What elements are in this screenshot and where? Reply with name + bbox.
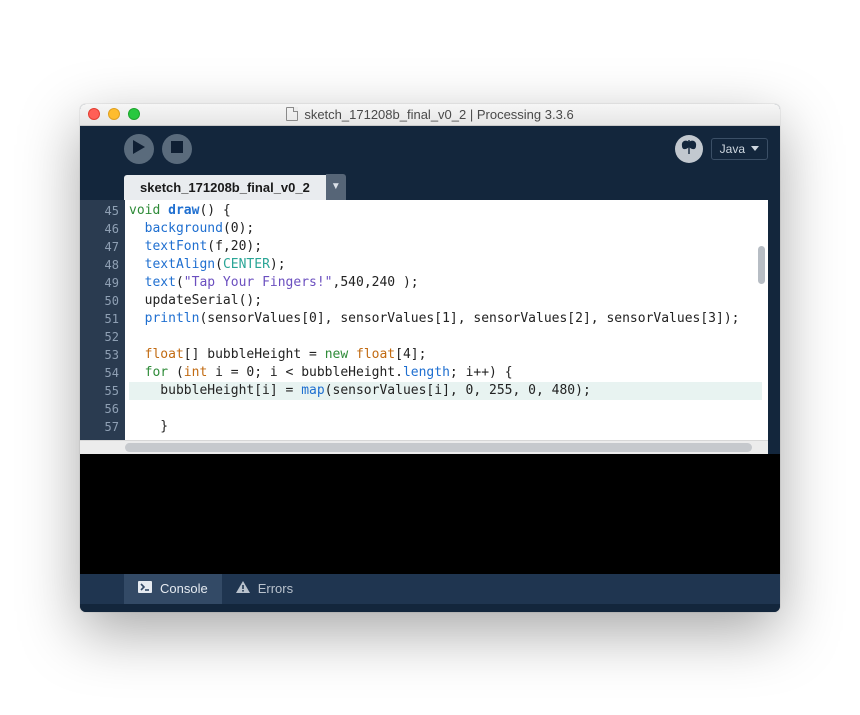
code-line[interactable]: background(0); [129, 221, 254, 236]
warning-icon [236, 581, 250, 596]
line-number: 52 [80, 328, 119, 346]
footer-strip [80, 604, 780, 612]
code-line[interactable]: } [129, 419, 168, 434]
code-line[interactable]: updateSerial(); [129, 293, 262, 308]
vertical-scrollbar[interactable] [758, 246, 765, 284]
console-tab-label: Console [160, 581, 208, 596]
code-line[interactable]: for (int i = 0; i < bubbleHeight.length;… [129, 365, 513, 380]
horizontal-scrollbar-thumb[interactable] [125, 443, 752, 452]
editor-area: 45464748495051525354555657 void draw() {… [80, 200, 780, 440]
tab-bar: sketch_171208b_final_v0_2 ▼ [80, 172, 780, 200]
stop-icon [171, 141, 183, 156]
zoom-window-button[interactable] [128, 108, 140, 120]
line-number: 57 [80, 418, 119, 436]
line-number: 51 [80, 310, 119, 328]
code-line[interactable]: void draw() { [129, 203, 231, 218]
file-icon [286, 107, 298, 121]
horizontal-scrollbar-track[interactable] [80, 440, 768, 454]
line-number: 55 [80, 382, 119, 400]
console-output[interactable] [80, 454, 780, 574]
code-line[interactable]: bubbleHeight[i] = map(sensorValues[i], 0… [129, 382, 762, 400]
window-controls [88, 108, 140, 120]
chevron-down-icon [751, 146, 759, 151]
line-number-gutter: 45464748495051525354555657 [80, 200, 125, 440]
mac-titlebar: sketch_171208b_final_v0_2 | Processing 3… [80, 104, 780, 126]
debug-button[interactable] [675, 135, 703, 163]
errors-tab-label: Errors [258, 581, 293, 596]
console-tab[interactable]: Console [124, 574, 222, 604]
code-line[interactable]: textFont(f,20); [129, 239, 262, 254]
code-line[interactable]: textAlign(CENTER); [129, 257, 286, 272]
line-number: 49 [80, 274, 119, 292]
mode-label: Java [720, 142, 745, 156]
status-bar: Console Errors [80, 574, 780, 604]
stop-button[interactable] [162, 134, 192, 164]
line-number: 45 [80, 202, 119, 220]
chevron-down-icon: ▼ [331, 181, 341, 192]
sketch-tab[interactable]: sketch_171208b_final_v0_2 [124, 175, 326, 200]
line-number: 53 [80, 346, 119, 364]
mode-selector[interactable]: Java [711, 138, 768, 160]
line-number: 56 [80, 400, 119, 418]
line-number: 50 [80, 292, 119, 310]
code-line[interactable]: println(sensorValues[0], sensorValues[1]… [129, 311, 740, 326]
minimize-window-button[interactable] [108, 108, 120, 120]
run-button[interactable] [124, 134, 154, 164]
toolbar: Java [80, 126, 780, 172]
close-window-button[interactable] [88, 108, 100, 120]
window-title: sketch_171208b_final_v0_2 | Processing 3… [80, 107, 780, 122]
tab-label: sketch_171208b_final_v0_2 [140, 180, 310, 195]
code-line[interactable]: text("Tap Your Fingers!",540,240 ); [129, 275, 419, 290]
line-number: 47 [80, 238, 119, 256]
play-icon [133, 140, 145, 157]
line-number: 54 [80, 364, 119, 382]
code-content[interactable]: void draw() { background(0); textFont(f,… [125, 200, 768, 440]
app-window: sketch_171208b_final_v0_2 | Processing 3… [80, 104, 780, 612]
console-icon [138, 581, 152, 596]
window-title-text: sketch_171208b_final_v0_2 | Processing 3… [304, 107, 573, 122]
errors-tab[interactable]: Errors [222, 574, 307, 604]
code-editor[interactable]: 45464748495051525354555657 void draw() {… [80, 200, 768, 440]
line-number: 48 [80, 256, 119, 274]
tab-menu-button[interactable]: ▼ [326, 174, 346, 200]
code-line[interactable]: float[] bubbleHeight = new float[4]; [129, 347, 426, 362]
line-number: 46 [80, 220, 119, 238]
butterfly-icon [681, 140, 697, 157]
